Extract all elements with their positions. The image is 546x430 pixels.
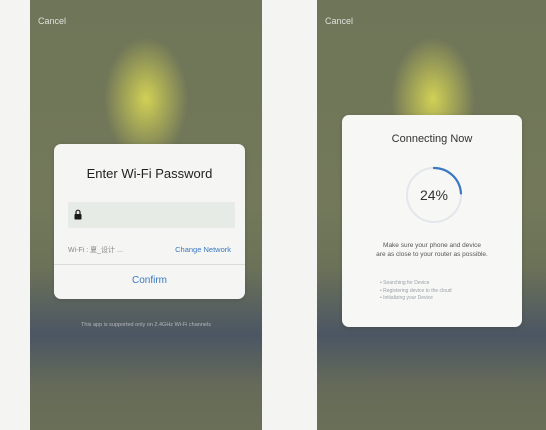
support-note: This app is supported only on 2.4GHz Wi-…	[81, 322, 211, 328]
progress-steps: • Searching for Device • Registering dev…	[380, 280, 452, 303]
progress-percent: 24%	[419, 187, 449, 203]
step-label: Initializing your Device	[383, 295, 433, 301]
dialog-title: Enter Wi-Fi Password	[86, 166, 213, 181]
left-phone-screen: Cancel Enter Wi-Fi Password Wi-Fi : 夏_设计…	[30, 0, 262, 430]
connecting-dialog: Connecting Now 24% Make sure your phone …	[342, 115, 522, 327]
right-phone-screen: Cancel Connecting Now 24% Make sure your…	[317, 0, 546, 430]
dialog-title: Connecting Now	[391, 133, 473, 145]
wifi-password-dialog: Enter Wi-Fi Password Wi-Fi : 夏_设计 ... Ch…	[54, 144, 245, 299]
step-item: • Searching for Device	[380, 280, 430, 286]
tip-line: are as close to your router as possible.	[376, 251, 488, 258]
proximity-tip: Make sure your phone and device are as c…	[342, 241, 522, 259]
password-field-row[interactable]	[68, 202, 235, 228]
confirm-button[interactable]: Confirm	[54, 266, 245, 296]
cancel-button[interactable]: Cancel	[38, 16, 66, 26]
tip-line: Make sure your phone and device	[383, 242, 481, 249]
change-network-link[interactable]: Change Network	[175, 245, 231, 254]
wifi-network-name: Wi-Fi : 夏_设计 ...	[68, 247, 123, 254]
step-item: • Initializing your Device	[380, 295, 433, 301]
password-input[interactable]	[88, 205, 231, 227]
step-item: • Registering device to the cloud	[380, 287, 452, 294]
divider	[54, 264, 245, 265]
cancel-button[interactable]: Cancel	[325, 16, 353, 26]
step-label: Registering device to the cloud	[383, 287, 452, 294]
lock-icon	[74, 209, 82, 220]
step-label: Searching for Device	[383, 280, 430, 286]
